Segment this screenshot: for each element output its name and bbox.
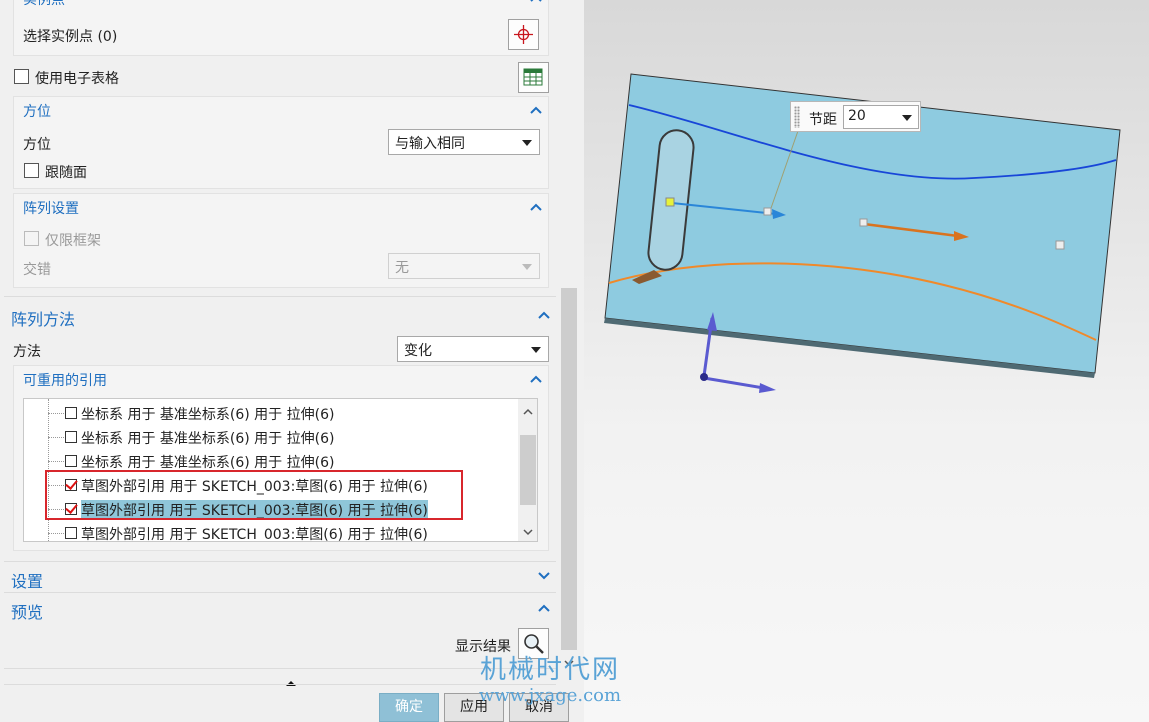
tree-row-checkbox[interactable]: [65, 527, 77, 539]
scroll-up-icon[interactable]: [523, 405, 533, 415]
pattern-feature-dialog: 实例点 选择实例点 (0) 使用电子表格 方位 方位 跟随面 与输入相同 阵列设…: [0, 0, 584, 722]
frame-only-checkbox[interactable]: [24, 231, 39, 246]
highlight-annotation-box: [45, 470, 463, 520]
preview-title: 预览: [11, 603, 44, 622]
handle-point[interactable]: [763, 207, 772, 216]
point-dialog-button[interactable]: [508, 19, 539, 50]
use-spreadsheet-checkbox[interactable]: [14, 69, 29, 84]
pitch-select[interactable]: 20: [843, 105, 919, 129]
ok-button[interactable]: 确定: [379, 693, 439, 722]
chevron-up-icon[interactable]: [537, 601, 551, 615]
tree-row-checkbox[interactable]: [65, 407, 77, 419]
settings-title: 设置: [11, 572, 44, 591]
stagger-select[interactable]: 无: [388, 253, 540, 279]
show-result-label: 显示结果: [455, 639, 511, 655]
graphics-viewport[interactable]: 节距 20: [584, 0, 1149, 722]
method-select-value: 变化: [404, 343, 432, 359]
panel-scrollbar[interactable]: [559, 0, 579, 680]
x-axis: [703, 376, 765, 390]
orientation-select[interactable]: 与输入相同: [388, 129, 540, 155]
method-label: 方法: [13, 344, 41, 360]
magnifier-icon: [524, 634, 544, 654]
stagger-select-value: 无: [395, 260, 409, 276]
frame-only-label: 仅限框架: [45, 233, 101, 249]
watermark: 机械时代网 www.jxage.com: [470, 655, 630, 715]
drag-grip-icon[interactable]: [794, 106, 800, 128]
dropdown-arrow-icon: [531, 347, 541, 353]
stagger-label: 交错: [23, 262, 51, 278]
scroll-down-icon[interactable]: [523, 525, 533, 536]
select-instance-point-label: 选择实例点 (0): [23, 29, 118, 45]
chevron-up-icon[interactable]: [529, 0, 543, 5]
spreadsheet-icon: [523, 68, 543, 86]
handle-point[interactable]: [665, 197, 675, 207]
tree-row-label: 坐标系 用于 基准坐标系(6) 用于 拉伸(6): [81, 431, 335, 447]
instance-point-title: 实例点: [23, 0, 65, 8]
tree-row-label: 草图外部引用 用于 SKETCH_003:草图(6) 用于 拉伸(6): [81, 527, 428, 542]
panel-scrollbar-thumb[interactable]: [561, 288, 577, 650]
orientation-title: 方位: [23, 104, 51, 120]
origin-point: [700, 373, 708, 381]
array-settings-title: 阵列设置: [23, 201, 79, 217]
reusable-references-title: 可重用的引用: [23, 373, 107, 389]
tree-scrollbar-thumb[interactable]: [520, 435, 536, 505]
divider: [4, 296, 556, 297]
chevron-up-icon[interactable]: [529, 200, 543, 214]
divider: [4, 592, 556, 593]
chevron-up-icon[interactable]: [529, 372, 543, 386]
array-method-title: 阵列方法: [11, 310, 76, 329]
chevron-up-icon[interactable]: [537, 308, 551, 322]
tree-row-checkbox[interactable]: [65, 431, 77, 443]
use-spreadsheet-label: 使用电子表格: [35, 71, 119, 87]
spreadsheet-button[interactable]: [518, 62, 549, 93]
tree-row[interactable]: 草图外部引用 用于 SKETCH_003:草图(6) 用于 拉伸(6): [24, 521, 518, 542]
dropdown-arrow-icon: [522, 140, 532, 146]
tree-row-checkbox[interactable]: [65, 455, 77, 467]
instance-point-section: 实例点 选择实例点 (0): [13, 0, 549, 56]
tree-row[interactable]: 坐标系 用于 基准坐标系(6) 用于 拉伸(6): [24, 401, 518, 425]
watermark-url: www.jxage.com: [478, 685, 622, 706]
pitch-value: 20: [848, 108, 866, 124]
collapse-up-icon[interactable]: [285, 675, 297, 691]
follow-face-label: 跟随面: [45, 165, 87, 181]
tree-row-label: 坐标系 用于 基准坐标系(6) 用于 拉伸(6): [81, 455, 335, 471]
watermark-title: 机械时代网: [479, 655, 620, 685]
chevron-down-icon[interactable]: [537, 569, 551, 583]
dropdown-arrow-icon: [902, 115, 912, 121]
divider: [4, 561, 556, 562]
pitch-input-box: 节距 20: [790, 101, 921, 132]
follow-face-checkbox[interactable]: [24, 163, 39, 178]
crosshair-point-icon: [514, 25, 533, 44]
dropdown-arrow-icon: [522, 264, 532, 270]
tree-row[interactable]: 坐标系 用于 基准坐标系(6) 用于 拉伸(6): [24, 425, 518, 449]
chevron-up-icon[interactable]: [529, 103, 543, 117]
tree-row-label: 坐标系 用于 基准坐标系(6) 用于 拉伸(6): [81, 407, 335, 423]
pitch-label: 节距: [809, 112, 837, 128]
orientation-select-value: 与输入相同: [395, 136, 465, 152]
handle-point[interactable]: [859, 218, 868, 227]
tree-scrollbar[interactable]: [518, 399, 537, 541]
orientation-label: 方位: [23, 137, 51, 153]
handle-point[interactable]: [1055, 240, 1065, 250]
method-select[interactable]: 变化: [397, 336, 549, 362]
